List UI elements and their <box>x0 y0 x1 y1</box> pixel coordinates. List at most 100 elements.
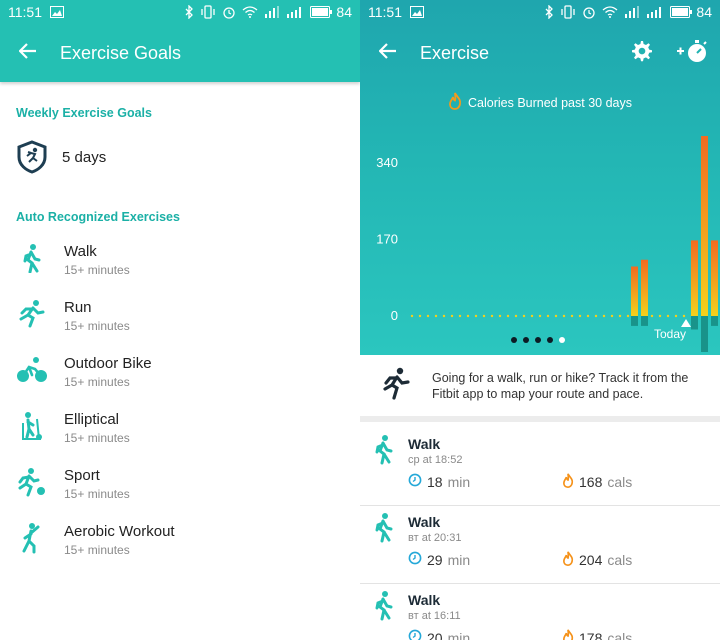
exercise-detail: 15+ minutes <box>64 375 130 389</box>
exercise-item-outdoor-bike[interactable]: Outdoor Bike 15+ minutes <box>0 344 360 400</box>
duration-unit: min <box>447 629 471 640</box>
chart-bar <box>691 240 698 316</box>
activity-time: вт at 20:31 <box>408 532 462 544</box>
activity-row[interactable]: Walk вт at 16:11 20 min 178 cals <box>360 584 720 640</box>
zero-line-dot <box>578 314 582 318</box>
activity-name: Walk <box>408 436 441 452</box>
calories-chart[interactable]: 0 170 340 Today <box>360 120 720 355</box>
alarm-icon <box>222 5 236 19</box>
chart-bar-below <box>701 316 708 352</box>
zero-line-dot <box>546 314 550 318</box>
pager-dot <box>547 337 553 343</box>
flame-icon <box>562 629 574 640</box>
bluetooth-icon <box>544 5 554 19</box>
signal-3g-icon <box>624 6 640 18</box>
weekly-goal-row[interactable]: 5 days <box>16 140 106 174</box>
calories-unit: cals <box>607 552 633 568</box>
exercise-detail: 15+ minutes <box>64 263 130 277</box>
run-icon <box>381 367 411 406</box>
status-time: 11:51 <box>368 4 402 20</box>
zero-line-dot <box>418 314 422 318</box>
chart-bar-below <box>631 316 638 326</box>
exercise-item-elliptical[interactable]: Elliptical 15+ minutes <box>0 400 360 456</box>
vibrate-icon <box>200 5 216 19</box>
battery-level: 84 <box>696 4 712 20</box>
chart-bar-below <box>711 316 718 326</box>
activity-name: Walk <box>408 514 441 530</box>
activity-row[interactable]: Walk ср at 18:52 18 min 168 cals <box>360 428 720 506</box>
activity-duration: 29 <box>427 551 443 568</box>
status-bar: 11:51 84 <box>360 0 720 24</box>
battery-icon <box>310 6 333 18</box>
exercise-name: Walk <box>64 243 97 260</box>
back-arrow-icon <box>18 42 37 64</box>
exercise-name: Elliptical <box>64 411 120 428</box>
exercise-name: Sport <box>64 467 100 484</box>
chart-bar-below <box>641 316 648 326</box>
back-arrow-icon <box>378 42 397 64</box>
back-button[interactable] <box>360 25 416 81</box>
flame-icon <box>562 473 574 491</box>
zero-line-dot <box>666 314 670 318</box>
zero-line-dot <box>602 314 606 318</box>
exercise-item-aerobic-workout[interactable]: Aerobic Workout 15+ minutes <box>0 512 360 568</box>
zero-line-dot <box>618 314 622 318</box>
bike-icon <box>15 356 49 389</box>
y-tick-label: 340 <box>376 155 398 170</box>
zero-line-dot <box>434 314 438 318</box>
signal-3g-icon <box>264 6 280 18</box>
activity-name: Walk <box>408 592 441 608</box>
exercise-item-run[interactable]: Run 15+ minutes <box>0 288 360 344</box>
clock-icon <box>408 551 422 568</box>
weekly-goals-section-label: Weekly Exercise Goals <box>16 106 152 120</box>
exercise-hero: 11:51 84 Exercise Calories Burned past 3… <box>360 0 720 355</box>
activity-duration: 18 <box>427 473 443 490</box>
zero-line-dot <box>450 314 454 318</box>
exercise-goals-screen: 11:51 84 Exercise Goals Weekly Exercise … <box>0 0 360 640</box>
status-bar: 11:51 84 <box>0 0 360 24</box>
zero-line-dot <box>490 314 494 318</box>
stopwatch-add-icon <box>675 38 709 69</box>
exercise-item-walk[interactable]: Walk 15+ minutes <box>0 232 360 288</box>
activity-time: вт at 16:11 <box>408 610 461 622</box>
zero-line-dot <box>658 314 662 318</box>
exercise-item-sport[interactable]: Sport 15+ minutes <box>0 456 360 512</box>
signal-icon <box>286 6 304 18</box>
page-title: Exercise Goals <box>60 42 182 63</box>
zero-line-dot <box>522 314 526 318</box>
walk-icon <box>372 434 396 471</box>
flame-icon <box>562 551 574 569</box>
track-promo-card[interactable]: Going for a walk, run or hike? Track it … <box>360 356 720 422</box>
chart-bar <box>641 259 648 316</box>
walk-icon <box>20 243 44 278</box>
promo-text: Going for a walk, run or hike? Track it … <box>432 371 689 401</box>
gear-icon <box>631 40 653 67</box>
zero-line-dot <box>554 314 558 318</box>
battery-level: 84 <box>336 4 352 20</box>
alarm-icon <box>582 5 596 19</box>
activity-calories: 204 <box>579 552 603 568</box>
zero-line-dot <box>530 314 534 318</box>
activity-row[interactable]: Walk вт at 20:31 29 min 204 cals <box>360 506 720 584</box>
zero-line-dot <box>410 314 414 318</box>
clock-icon <box>408 629 422 640</box>
chart-bar <box>631 266 638 316</box>
chart-bar-below <box>691 316 698 330</box>
pager-dot <box>559 337 565 343</box>
back-button[interactable] <box>0 25 56 81</box>
zero-line-dot <box>426 314 430 318</box>
zero-line-dot <box>674 314 678 318</box>
zero-line-dot <box>498 314 502 318</box>
zero-line-dot <box>474 314 478 318</box>
chart-caption: Calories Burned past 30 days <box>360 92 720 113</box>
zero-line-dot <box>682 314 686 318</box>
zero-line-dot <box>466 314 470 318</box>
walk-icon <box>372 512 396 549</box>
battery-icon <box>670 6 693 18</box>
track-exercise-button[interactable] <box>674 35 710 71</box>
bluetooth-icon <box>184 5 194 19</box>
settings-button[interactable] <box>624 35 660 71</box>
zero-line-dot <box>626 314 630 318</box>
zero-line-dot <box>482 314 486 318</box>
duration-unit: min <box>447 473 471 490</box>
